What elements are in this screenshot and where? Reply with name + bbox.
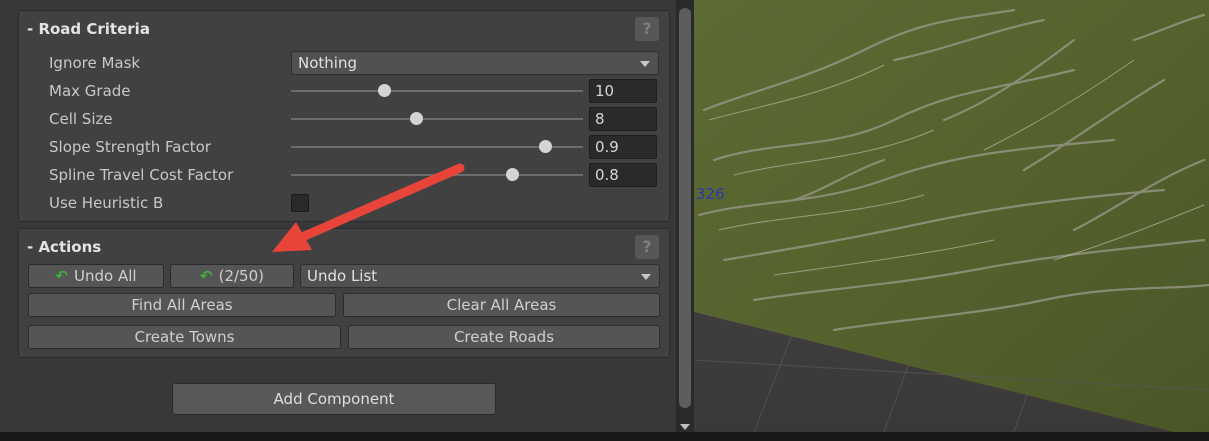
- max-grade-field[interactable]: 10: [589, 79, 657, 103]
- chevron-down-icon: [640, 61, 650, 67]
- clear-all-areas-button[interactable]: Clear All Areas: [343, 293, 660, 317]
- help-icon[interactable]: ?: [635, 235, 659, 259]
- road-criteria-panel: - Road Criteria ? Ignore Mask Nothing Ma…: [18, 10, 670, 222]
- road-criteria-header[interactable]: - Road Criteria: [27, 20, 150, 38]
- cell-size-row: Cell Size 8: [19, 106, 671, 132]
- spline-travel-cost-label: Spline Travel Cost Factor: [49, 166, 234, 184]
- bottom-bar: [0, 432, 1209, 441]
- create-roads-button[interactable]: Create Roads: [348, 325, 660, 349]
- scroll-down-arrow-icon[interactable]: [680, 424, 690, 430]
- slope-strength-field[interactable]: 0.9: [589, 135, 657, 159]
- cell-size-field[interactable]: 8: [589, 107, 657, 131]
- inspector-panel: - Road Criteria ? Ignore Mask Nothing Ma…: [0, 0, 676, 432]
- spline-travel-cost-slider-thumb[interactable]: [506, 168, 520, 181]
- help-icon[interactable]: ?: [635, 17, 659, 41]
- slope-strength-slider-thumb[interactable]: [538, 140, 552, 153]
- spline-travel-cost-field[interactable]: 0.8: [589, 163, 657, 187]
- undo-arrow-icon: ↶: [200, 267, 213, 285]
- slope-strength-label: Slope Strength Factor: [49, 138, 211, 156]
- spline-travel-cost-slider-track[interactable]: [291, 174, 583, 176]
- use-heuristic-b-row: Use Heuristic B: [19, 190, 671, 216]
- add-component-button[interactable]: Add Component: [172, 383, 496, 415]
- ignore-mask-dropdown[interactable]: Nothing: [291, 51, 659, 75]
- cell-size-slider-thumb[interactable]: [410, 112, 424, 125]
- chevron-down-icon: [641, 274, 651, 280]
- ignore-mask-label: Ignore Mask: [49, 54, 141, 72]
- use-heuristic-b-checkbox[interactable]: [291, 194, 309, 212]
- undo-list-dropdown[interactable]: Undo List: [300, 264, 660, 288]
- actions-header[interactable]: - Actions: [27, 238, 101, 256]
- scene-viewport[interactable]: 326: [694, 0, 1209, 432]
- inspector-scrollbar[interactable]: [676, 0, 694, 432]
- use-heuristic-b-label: Use Heuristic B: [49, 194, 164, 212]
- find-all-areas-button[interactable]: Find All Areas: [28, 293, 336, 317]
- undo-count-label: (2/50): [218, 267, 264, 285]
- spline-travel-cost-row: Spline Travel Cost Factor 0.8: [19, 162, 671, 188]
- undo-all-label: Undo All: [74, 267, 137, 285]
- scrollbar-thumb[interactable]: [679, 8, 691, 408]
- max-grade-label: Max Grade: [49, 82, 131, 100]
- max-grade-slider-thumb[interactable]: [377, 84, 391, 97]
- undo-arrow-icon: ↶: [55, 267, 68, 285]
- undo-all-button[interactable]: ↶ Undo All: [28, 264, 164, 288]
- ignore-mask-value: Nothing: [298, 54, 357, 72]
- ignore-mask-row: Ignore Mask Nothing: [19, 50, 671, 76]
- terrain-render: [694, 0, 1209, 432]
- slope-strength-row: Slope Strength Factor 0.9: [19, 134, 671, 160]
- undo-step-button[interactable]: ↶ (2/50): [170, 264, 294, 288]
- create-towns-button[interactable]: Create Towns: [28, 325, 341, 349]
- undo-list-value: Undo List: [307, 267, 378, 285]
- actions-panel: - Actions ? ↶ Undo All ↶ (2/50) Undo List …: [18, 228, 670, 358]
- scene-label: 326: [696, 185, 725, 203]
- cell-size-slider-track[interactable]: [291, 118, 583, 120]
- max-grade-row: Max Grade 10: [19, 78, 671, 104]
- max-grade-slider-track[interactable]: [291, 90, 583, 92]
- cell-size-label: Cell Size: [49, 110, 113, 128]
